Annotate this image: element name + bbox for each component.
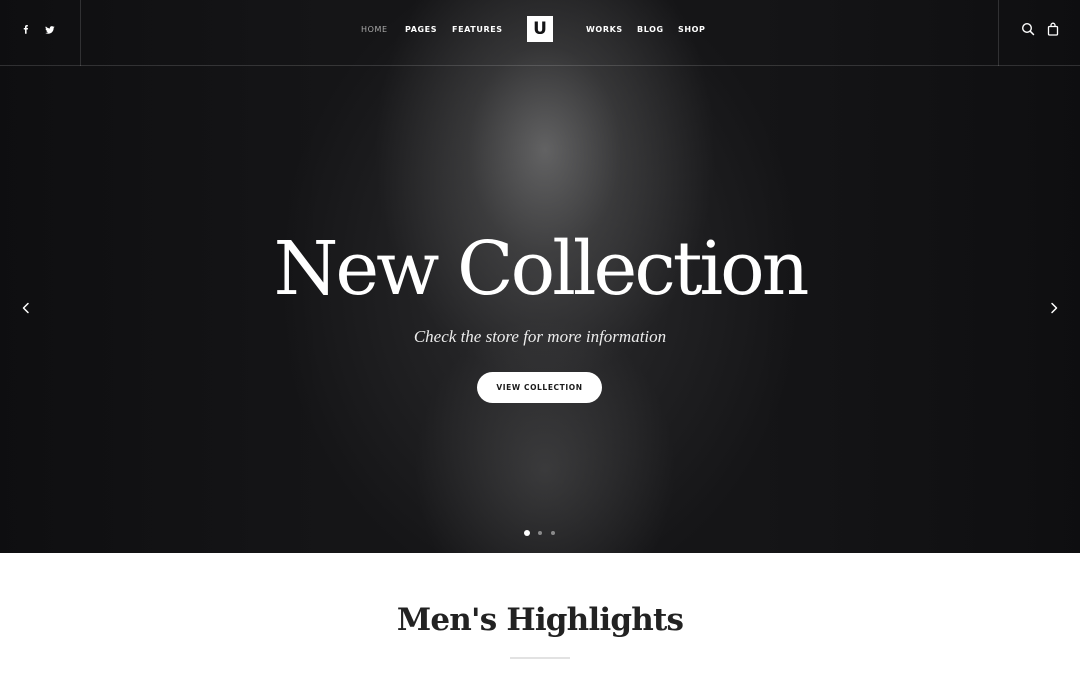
site-logo[interactable]: U xyxy=(527,16,553,42)
slider-pagination xyxy=(522,530,562,538)
view-collection-button[interactable]: VIEW COLLECTION xyxy=(477,372,602,403)
section-divider xyxy=(510,657,570,659)
slider-next-arrow-icon[interactable] xyxy=(1046,300,1062,316)
section-title: Men's Highlights xyxy=(396,602,684,638)
social-links xyxy=(0,0,81,66)
site-header: HOME PAGES FEATURES U WORKS BLOG SHOP xyxy=(0,0,1080,66)
header-tools xyxy=(998,0,1080,66)
twitter-icon[interactable] xyxy=(42,22,58,38)
nav-item-blog[interactable]: BLOG xyxy=(637,24,664,36)
slider-dot-3[interactable] xyxy=(551,531,555,535)
search-icon[interactable] xyxy=(1020,21,1036,37)
facebook-icon[interactable] xyxy=(18,22,34,38)
nav-item-shop[interactable]: SHOP xyxy=(678,24,706,36)
nav-item-features[interactable]: FEATURES xyxy=(452,24,503,36)
hero-title: New Collection xyxy=(273,226,810,312)
nav-item-home[interactable]: HOME xyxy=(361,24,388,36)
hero-slider: HOME PAGES FEATURES U WORKS BLOG SHOP Ne… xyxy=(0,0,1080,553)
nav-item-pages[interactable]: PAGES xyxy=(405,24,437,36)
shopping-bag-icon[interactable] xyxy=(1045,21,1061,37)
hero-subtitle: Check the store for more information xyxy=(413,327,667,346)
slider-dot-2[interactable] xyxy=(538,531,542,535)
slider-prev-arrow-icon[interactable] xyxy=(18,300,34,316)
nav-item-works[interactable]: WORKS xyxy=(586,24,623,36)
slider-dot-1[interactable] xyxy=(524,530,530,536)
